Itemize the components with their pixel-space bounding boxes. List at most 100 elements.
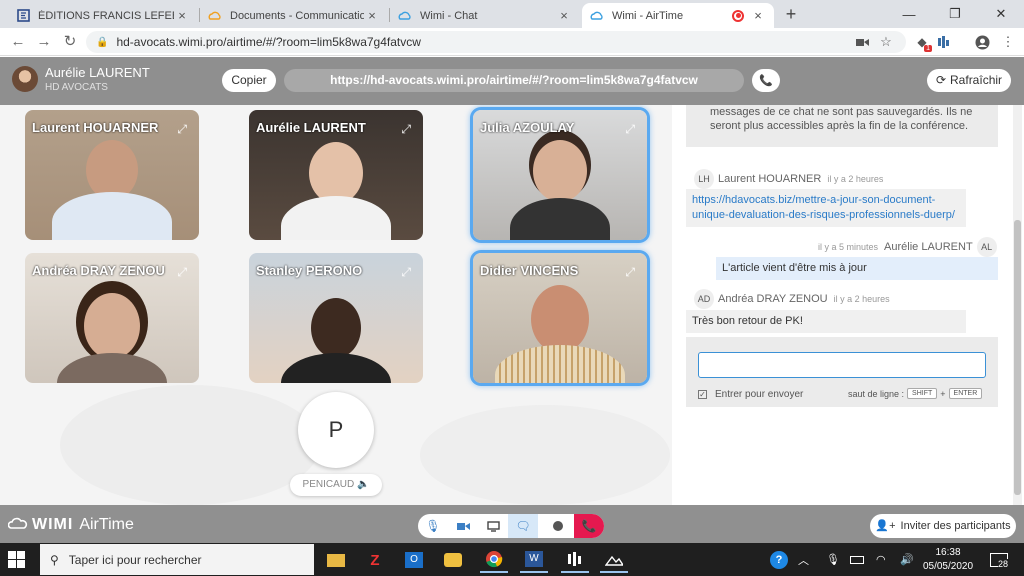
taskbar-clock[interactable]: 16:38 05/05/2020 [922,546,974,574]
message-header: AD Andréa DRAY ZENOU il y a 2 heures [690,289,896,309]
chat-message: https://hdavocats.biz/mettre-a-jour-son-… [686,189,966,227]
video-tile-laurent-houarner[interactable]: Laurent HOUARNER ⤢ [25,110,199,240]
windows-start-icon[interactable] [8,551,25,568]
wimi-icon [398,9,412,23]
chat-message: L'article vient d'être mis à jour [716,257,998,280]
key-shift: SHIFT [907,388,938,399]
message-link[interactable]: https://hdavocats.biz/mettre-a-jour-son-… [692,194,955,221]
chat-input[interactable] [698,352,986,378]
reload-icon[interactable]: ↻ [60,32,80,52]
room-url-field[interactable]: https://hd-avocats.wimi.pro/airtime/#/?r… [284,69,744,92]
battery-icon[interactable] [850,543,864,576]
invite-participants-button[interactable]: 👤+ Inviter des participants [870,514,1016,538]
taskbar-search[interactable]: ⚲ Taper ici pour rechercher [40,544,314,575]
cloud-icon [7,516,28,534]
control-bar: WIMI AirTime 🎙 🗨 📞 👤+ Inviter des partici… [0,505,1024,543]
audio-participant-avatar[interactable]: P [298,392,374,468]
author-initials: AD [694,289,714,309]
tab-wimi-airtime[interactable]: Wimi - AirTime × [582,3,774,28]
tab-editions-francis-lefebvre[interactable]: ÉDITIONS FRANCIS LEFEBVRE - [F × [8,3,198,28]
search-icon: ⚲ [50,552,59,567]
video-tile-aurelie-laurent[interactable]: Aurélie LAURENT ⤢ [249,110,423,240]
enter-to-send-checkbox[interactable]: ✓ Entrer pour envoyer [698,389,803,400]
avatar [12,66,38,92]
close-window-button[interactable]: ✕ [978,0,1024,28]
notification-icon[interactable]: 28 [990,543,1009,576]
video-tile-andrea-dray-zenou[interactable]: Andréa DRAY ZENOU ⤢ [25,253,199,383]
recording-icon [732,9,744,22]
wimi-icon [208,9,222,23]
close-icon[interactable]: × [750,8,766,23]
copy-button[interactable]: Copier [222,69,276,92]
microphone-icon[interactable]: 🎙 [418,514,448,538]
video-tile-julia-azoulay[interactable]: Julia AZOULAY ⤢ [473,110,647,240]
browser-tab-bar: ÉDITIONS FRANCIS LEFEBVRE - [F × Documen… [0,0,1024,28]
extension-icon-2[interactable] [934,32,954,52]
restore-button[interactable]: ❐ [932,0,978,28]
close-icon[interactable]: × [364,8,380,23]
minimize-button[interactable]: — [886,0,932,28]
star-icon[interactable]: ☆ [876,32,896,52]
photos-icon[interactable] [600,547,628,573]
phone-icon[interactable]: 📞 [752,69,780,92]
author-initials: AL [976,237,997,257]
z-app-icon[interactable]: Z [361,547,389,573]
chrome-icon[interactable] [480,547,508,573]
close-icon[interactable]: × [174,8,190,23]
volume-icon[interactable]: 🔊 [900,543,914,576]
word-icon[interactable]: W [520,547,548,573]
menu-icon[interactable]: ⋮ [998,32,1018,52]
record-icon[interactable] [543,514,573,538]
message-header: LH Laurent HOUARNER il y a 2 heures [690,169,889,189]
expand-icon[interactable]: ⤢ [401,265,411,280]
chat-scrollbar[interactable] [1013,105,1022,505]
participant-name: Stanley PERONO [256,263,363,278]
expand-icon[interactable]: ⤢ [177,122,187,137]
chat-message: Très bon retour de PK! [686,310,966,333]
participant-name: Aurélie LAURENT [256,120,366,135]
url-text: hd-avocats.wimi.pro/airtime/#/?room=lim5… [116,35,421,49]
company-name: HD AVOCATS [45,82,108,93]
forward-icon[interactable]: → [34,32,54,52]
wimi-logo: WIMI AirTime [7,516,134,534]
back-icon[interactable]: ← [8,32,28,52]
line-break-hint: saut de ligne : SHIFT + ENTER [848,388,985,399]
outlook-icon[interactable]: O [400,547,428,573]
wifi-icon[interactable]: ◠ [876,543,886,576]
call-controls: 🎙 🗨 📞 [418,514,604,538]
expand-icon[interactable]: ⤢ [177,265,187,280]
checkbox-icon[interactable]: ✓ [698,390,707,399]
screen-share-icon[interactable] [478,514,508,538]
participant-name: Julia AZOULAY [480,120,575,135]
profile-icon[interactable] [972,32,992,52]
expand-icon[interactable]: ⤢ [401,122,411,137]
file-explorer-icon[interactable] [322,547,350,573]
microphone-tray-icon[interactable]: 🎙 [826,543,840,576]
expand-icon[interactable]: ⤢ [625,265,635,280]
tab-wimi-chat[interactable]: Wimi - Chat × [390,3,580,28]
expand-icon[interactable]: ⤢ [625,122,635,137]
app-header: Aurélie LAURENT HD AVOCATS Copier https:… [0,57,1024,105]
refresh-button[interactable]: ⟳ Rafraîchir [927,69,1011,92]
app-icon[interactable] [439,547,467,573]
teams-icon[interactable] [561,547,589,573]
chat-panel: messages de ce chat ne sont pas sauvegar… [672,105,1024,505]
extension-icon[interactable]: ◆ 1 [912,32,932,52]
url-omnibox[interactable]: 🔒 hd-avocats.wimi.pro/airtime/#/?room=li… [86,31,906,53]
video-tile-stanley-perono[interactable]: Stanley PERONO ⤢ [249,253,423,383]
tab-documents-communication[interactable]: Documents - Communication - H × [200,3,388,28]
key-enter: ENTER [948,388,983,399]
help-icon[interactable]: ? [770,543,788,576]
camera-icon[interactable] [852,32,872,52]
participant-name: Laurent HOUARNER [32,120,159,135]
video-tile-didier-vincens[interactable]: Didier VINCENS ⤢ [473,253,647,383]
tray-chevron-icon[interactable]: ︿ [798,543,809,576]
message-header: il y a 5 minutes Aurélie LAURENT AL [812,237,1001,257]
hang-up-icon[interactable]: 📞 [574,514,604,538]
close-icon[interactable]: × [556,8,572,23]
camera-icon[interactable] [448,514,478,538]
chat-icon[interactable]: 🗨 [508,514,538,538]
chat-notice: messages de ce chat ne sont pas sauvegar… [686,105,998,147]
new-tab-button[interactable]: + [781,4,801,24]
user-name: Aurélie LAURENT [45,65,150,80]
